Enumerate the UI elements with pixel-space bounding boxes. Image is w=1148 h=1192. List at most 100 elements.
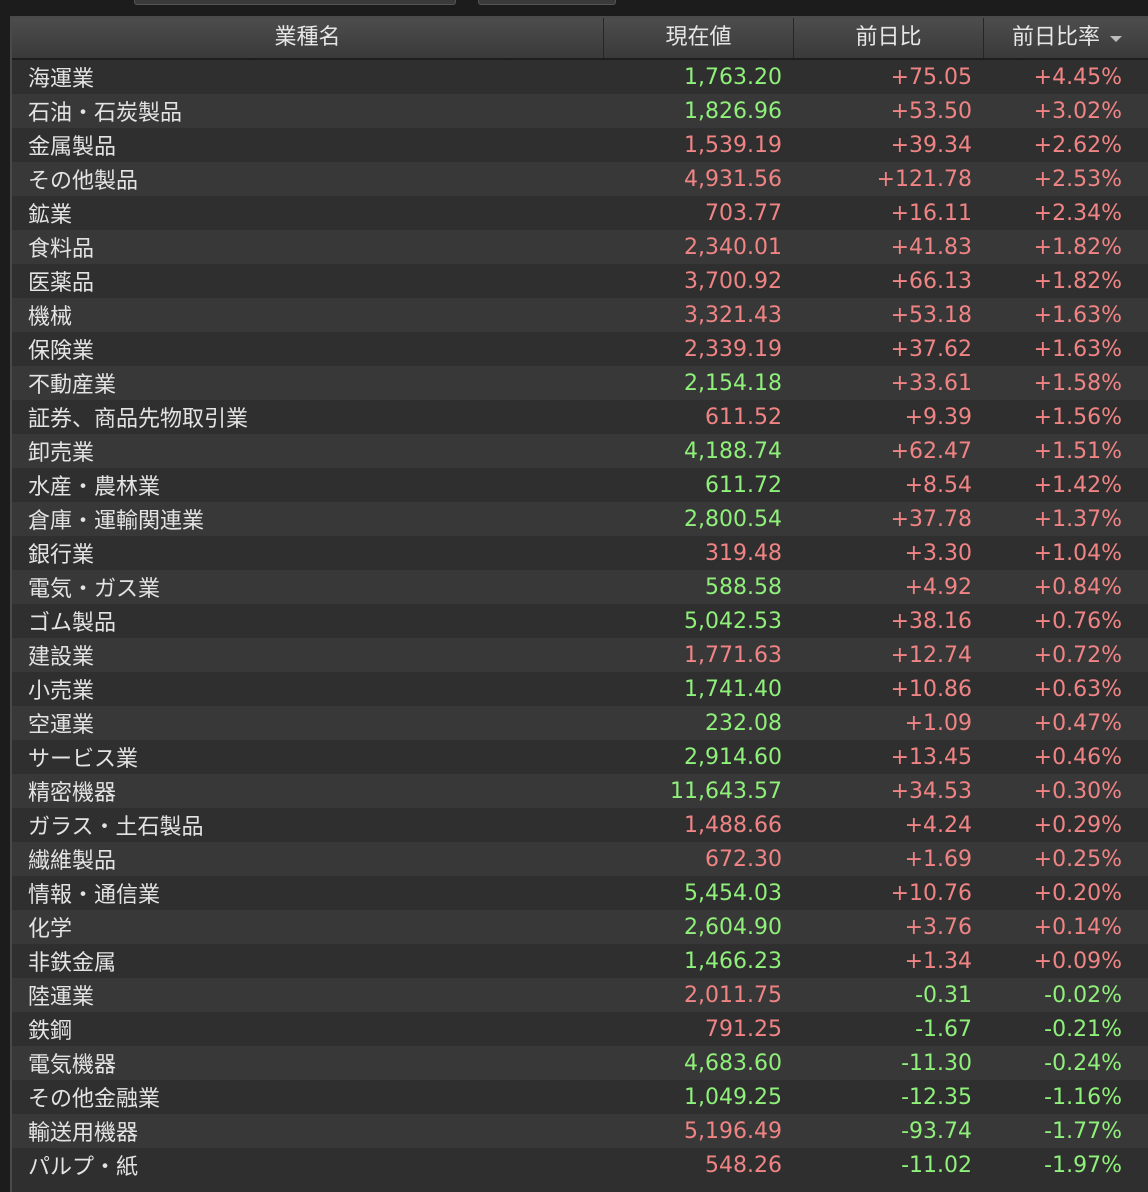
- sector-name: ゴム製品: [28, 611, 117, 636]
- table-row[interactable]: 石油・石炭製品 1,826.96 +53.50 +3.02%: [12, 94, 1148, 128]
- day-change-percent: +3.02%: [1033, 98, 1122, 124]
- day-change: +33.61: [890, 370, 972, 396]
- table-row[interactable]: パルプ・紙 548.26 -11.02 -1.97%: [12, 1148, 1148, 1182]
- day-change-percent: +1.63%: [1033, 336, 1122, 362]
- day-change-percent: -1.77%: [1044, 1118, 1122, 1144]
- table-row[interactable]: 鉄鋼 791.25 -1.67 -0.21%: [12, 1012, 1148, 1046]
- table-row[interactable]: 電気・ガス業 588.58 +4.92 +0.84%: [12, 570, 1148, 604]
- day-change-percent: -0.24%: [1044, 1050, 1122, 1076]
- sector-name: 海運業: [28, 67, 95, 92]
- day-change-percent: +1.82%: [1033, 234, 1122, 260]
- column-header-name[interactable]: 業種名: [12, 18, 604, 58]
- table-row[interactable]: 鉱業 703.77 +16.11 +2.34%: [12, 196, 1148, 230]
- sector-name: 金属製品: [28, 135, 117, 160]
- table-header: 業種名 現在値 前日比 前日比率: [12, 18, 1148, 60]
- day-change-percent: +0.76%: [1033, 608, 1122, 634]
- day-change: +1.69: [904, 846, 972, 872]
- column-header-percent-label: 前日比率: [1012, 25, 1101, 50]
- day-change-percent: -1.97%: [1044, 1152, 1122, 1178]
- table-row[interactable]: 陸運業 2,011.75 -0.31 -0.02%: [12, 978, 1148, 1012]
- day-change-percent: +1.42%: [1033, 472, 1122, 498]
- table-row[interactable]: 小売業 1,741.40 +10.86 +0.63%: [12, 672, 1148, 706]
- table-row[interactable]: 銀行業 319.48 +3.30 +1.04%: [12, 536, 1148, 570]
- day-change-percent: +0.09%: [1033, 948, 1122, 974]
- current-price: 1,771.63: [684, 642, 782, 668]
- table-row[interactable]: ゴム製品 5,042.53 +38.16 +0.76%: [12, 604, 1148, 638]
- sector-name: 精密機器: [28, 781, 117, 806]
- sector-name: 水産・農林業: [28, 475, 161, 500]
- table-row[interactable]: その他金融業 1,049.25 -12.35 -1.16%: [12, 1080, 1148, 1114]
- sector-name: 食料品: [28, 237, 95, 262]
- table-row[interactable]: 空運業 232.08 +1.09 +0.47%: [12, 706, 1148, 740]
- table-row[interactable]: 非鉄金属 1,466.23 +1.34 +0.09%: [12, 944, 1148, 978]
- day-change-percent: +1.37%: [1033, 506, 1122, 532]
- table-row[interactable]: 精密機器 11,643.57 +34.53 +0.30%: [12, 774, 1148, 808]
- table-row[interactable]: 電気機器 4,683.60 -11.30 -0.24%: [12, 1046, 1148, 1080]
- sector-name: 石油・石炭製品: [28, 101, 183, 126]
- column-header-price[interactable]: 現在値: [604, 18, 794, 58]
- sector-name: 陸運業: [28, 985, 95, 1010]
- current-price: 791.25: [705, 1016, 782, 1042]
- current-price: 11,643.57: [670, 778, 782, 804]
- day-change: +37.62: [890, 336, 972, 362]
- table-row[interactable]: 保険業 2,339.19 +37.62 +1.63%: [12, 332, 1148, 366]
- current-price: 672.30: [705, 846, 782, 872]
- day-change: -0.31: [915, 982, 972, 1008]
- column-header-change[interactable]: 前日比: [794, 18, 984, 58]
- sector-name: 繊維製品: [28, 849, 117, 874]
- table-row[interactable]: 水産・農林業 611.72 +8.54 +1.42%: [12, 468, 1148, 502]
- sector-name: 銀行業: [28, 543, 95, 568]
- day-change-percent: +0.29%: [1033, 812, 1122, 838]
- table-row[interactable]: 食料品 2,340.01 +41.83 +1.82%: [12, 230, 1148, 264]
- table-body: 海運業 1,763.20 +75.05 +4.45% 石油・石炭製品 1,826.96 +5…: [12, 60, 1148, 1182]
- current-price: 3,700.92: [684, 268, 782, 294]
- table-row[interactable]: 化学 2,604.90 +3.76 +0.14%: [12, 910, 1148, 944]
- day-change-percent: +1.04%: [1033, 540, 1122, 566]
- toolbar-tab-right[interactable]: [478, 0, 616, 5]
- day-change: -12.35: [901, 1084, 972, 1110]
- table-row[interactable]: 情報・通信業 5,454.03 +10.76 +0.20%: [12, 876, 1148, 910]
- table-row[interactable]: 不動産業 2,154.18 +33.61 +1.58%: [12, 366, 1148, 400]
- table-row[interactable]: 建設業 1,771.63 +12.74 +0.72%: [12, 638, 1148, 672]
- table-row[interactable]: 輸送用機器 5,196.49 -93.74 -1.77%: [12, 1114, 1148, 1148]
- table-row[interactable]: サービス業 2,914.60 +13.45 +0.46%: [12, 740, 1148, 774]
- sector-name: 小売業: [28, 679, 95, 704]
- table-row[interactable]: 金属製品 1,539.19 +39.34 +2.62%: [12, 128, 1148, 162]
- table-row[interactable]: 倉庫・運輸関連業 2,800.54 +37.78 +1.37%: [12, 502, 1148, 536]
- table-row[interactable]: その他製品 4,931.56 +121.78 +2.53%: [12, 162, 1148, 196]
- day-change-percent: +0.63%: [1033, 676, 1122, 702]
- day-change: -1.67: [915, 1016, 972, 1042]
- current-price: 611.52: [705, 404, 782, 430]
- day-change-percent: -1.16%: [1044, 1084, 1122, 1110]
- current-price: 319.48: [705, 540, 782, 566]
- day-change: +3.76: [904, 914, 972, 940]
- day-change: +53.18: [890, 302, 972, 328]
- day-change-percent: +0.84%: [1033, 574, 1122, 600]
- caret-down-icon[interactable]: [1110, 36, 1122, 42]
- table-row[interactable]: 繊維製品 672.30 +1.69 +0.25%: [12, 842, 1148, 876]
- toolbar-tab-left[interactable]: [134, 0, 456, 5]
- current-price: 4,683.60: [684, 1050, 782, 1076]
- day-change: +41.83: [890, 234, 972, 260]
- day-change: +10.76: [890, 880, 972, 906]
- current-price: 588.58: [705, 574, 782, 600]
- day-change-percent: +1.63%: [1033, 302, 1122, 328]
- table-row[interactable]: 卸売業 4,188.74 +62.47 +1.51%: [12, 434, 1148, 468]
- sector-name: 建設業: [28, 645, 95, 670]
- column-header-percent[interactable]: 前日比率: [984, 18, 1148, 58]
- day-change-percent: +0.25%: [1033, 846, 1122, 872]
- table-row[interactable]: 機械 3,321.43 +53.18 +1.63%: [12, 298, 1148, 332]
- day-change-percent: +1.82%: [1033, 268, 1122, 294]
- table-row[interactable]: 医薬品 3,700.92 +66.13 +1.82%: [12, 264, 1148, 298]
- day-change-percent: +0.20%: [1033, 880, 1122, 906]
- sector-name: 電気・ガス業: [28, 577, 161, 602]
- sector-name: 空運業: [28, 713, 95, 738]
- sector-name: 不動産業: [28, 373, 117, 398]
- current-price: 2,340.01: [684, 234, 782, 260]
- table-row[interactable]: 証券、商品先物取引業 611.52 +9.39 +1.56%: [12, 400, 1148, 434]
- day-change-percent: +2.62%: [1033, 132, 1122, 158]
- day-change: +75.05: [890, 64, 972, 90]
- table-row[interactable]: 海運業 1,763.20 +75.05 +4.45%: [12, 60, 1148, 94]
- day-change-percent: +4.45%: [1033, 64, 1122, 90]
- table-row[interactable]: ガラス・土石製品 1,488.66 +4.24 +0.29%: [12, 808, 1148, 842]
